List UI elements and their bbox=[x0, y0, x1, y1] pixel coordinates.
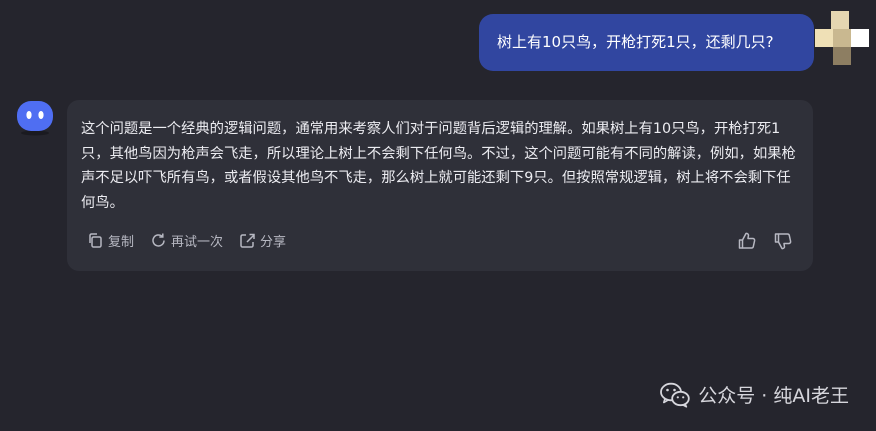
share-icon bbox=[240, 233, 255, 248]
user-message-text: 树上有10只鸟，开枪打死1只，还剩几只? bbox=[497, 33, 774, 51]
refresh-icon bbox=[152, 233, 165, 247]
thumbs-up-button[interactable] bbox=[737, 231, 757, 251]
assistant-message-text: 这个问题是一个经典的逻辑问题，通常用来考察人们对于问题背后逻辑的理解。如果树上有… bbox=[81, 121, 796, 211]
thumbs-down-icon bbox=[774, 233, 792, 250]
assistant-message-card: 这个问题是一个经典的逻辑问题，通常用来考察人们对于问题背后逻辑的理解。如果树上有… bbox=[67, 100, 813, 271]
bot-face-icon bbox=[17, 101, 53, 136]
user-avatar bbox=[815, 11, 869, 65]
copy-button[interactable]: 复制 bbox=[87, 231, 134, 250]
watermark: 公众号 · 纯AI老王 bbox=[660, 381, 849, 408]
copy-label: 复制 bbox=[108, 235, 135, 250]
copy-icon bbox=[89, 233, 102, 248]
message-actions: 复制 再试一次 分享 bbox=[87, 231, 286, 250]
share-label: 分享 bbox=[260, 235, 287, 250]
retry-label: 再试一次 bbox=[171, 235, 224, 250]
thumbs-up-icon bbox=[738, 232, 756, 249]
thumbs-down-button[interactable] bbox=[773, 231, 793, 251]
wechat-icon bbox=[660, 382, 690, 408]
bot-avatar bbox=[16, 100, 54, 136]
share-button[interactable]: 分享 bbox=[239, 231, 286, 250]
feedback-actions bbox=[737, 231, 793, 251]
retry-button[interactable]: 再试一次 bbox=[150, 231, 223, 250]
watermark-text: 公众号 · 纯AI老王 bbox=[698, 385, 849, 407]
user-message-bubble: 树上有10只鸟，开枪打死1只，还剩几只? bbox=[479, 14, 814, 71]
